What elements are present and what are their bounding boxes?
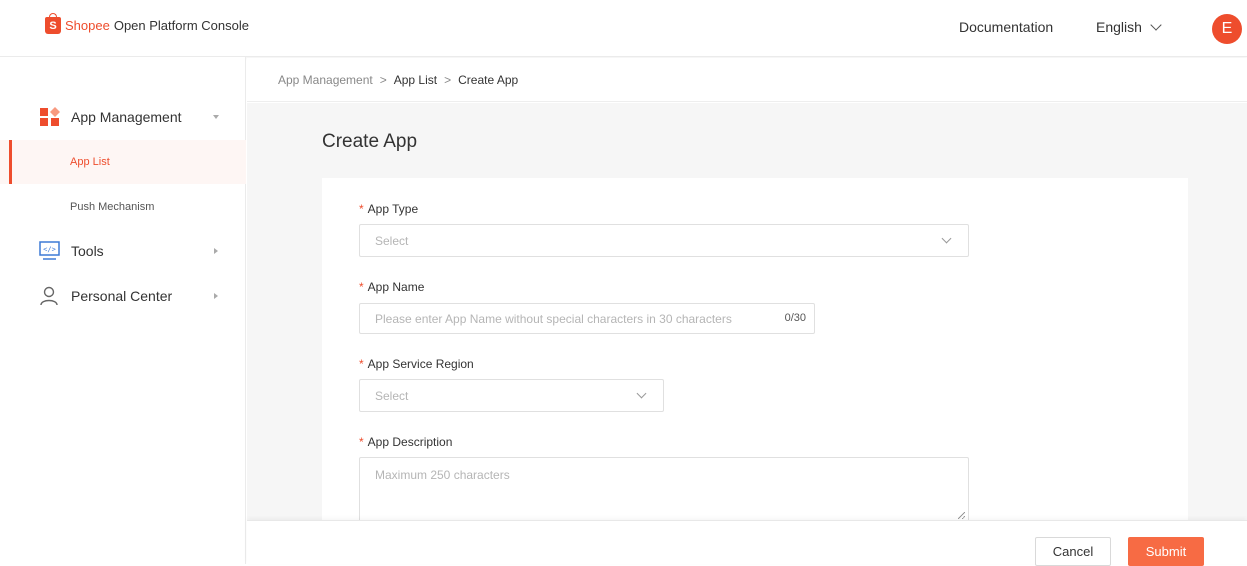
breadcrumb-current: Create App bbox=[458, 72, 519, 87]
sidebar-item-push-mechanism[interactable]: Push Mechanism bbox=[0, 185, 246, 229]
resize-handle-icon[interactable] bbox=[958, 512, 965, 519]
required-mark: * bbox=[359, 202, 364, 216]
sidebar-item-tools[interactable]: </> Tools bbox=[0, 233, 246, 269]
caret-right-icon bbox=[214, 248, 218, 254]
sidebar-item-app-list[interactable]: App List bbox=[0, 140, 246, 184]
caret-right-icon bbox=[214, 293, 218, 299]
field-label-text: App Type bbox=[367, 202, 419, 216]
top-header: S Shopee Open Platform Console Documenta… bbox=[0, 0, 1247, 57]
shopee-bag-icon: S bbox=[45, 13, 61, 34]
sidebar-subitem-label: Push Mechanism bbox=[70, 201, 155, 213]
sidebar-item-label: Tools bbox=[71, 243, 104, 259]
breadcrumb: App Management > App List > Create App bbox=[247, 58, 1247, 102]
main-content: Create App * App Type Select * App Name Pl… bbox=[247, 103, 1247, 523]
form-footer: Cancel Submit bbox=[247, 520, 1247, 566]
language-selector[interactable]: English bbox=[1096, 19, 1162, 35]
required-mark: * bbox=[359, 280, 364, 294]
textarea-placeholder: Maximum 250 characters bbox=[375, 468, 510, 482]
caret-down-icon bbox=[213, 115, 219, 119]
cancel-button[interactable]: Cancel bbox=[1035, 537, 1111, 566]
app-service-region-label: * App Service Region bbox=[359, 357, 474, 371]
breadcrumb-separator: > bbox=[444, 72, 452, 87]
select-placeholder: Select bbox=[375, 234, 409, 248]
input-placeholder: Please enter App Name without special ch… bbox=[375, 312, 732, 326]
user-avatar[interactable]: E bbox=[1212, 14, 1242, 44]
chevron-down-icon bbox=[1150, 19, 1162, 31]
create-app-form: * App Type Select * App Name Please enter … bbox=[322, 178, 1188, 523]
field-label-text: App Description bbox=[367, 435, 453, 449]
sidebar-item-app-management[interactable]: App Management bbox=[0, 99, 246, 135]
brand-name: Shopee bbox=[65, 18, 110, 33]
app-name-label: * App Name bbox=[359, 280, 424, 294]
page-title: Create App bbox=[322, 131, 418, 152]
app-description-label: * App Description bbox=[359, 435, 452, 449]
console-title: Open Platform Console bbox=[113, 18, 249, 33]
character-counter: 0/30 bbox=[784, 312, 806, 324]
sidebar: App Management App List Push Mechanism <… bbox=[0, 57, 246, 564]
documentation-link[interactable]: Documentation bbox=[959, 19, 1053, 35]
breadcrumb-app-management[interactable]: App Management bbox=[278, 73, 373, 87]
user-icon bbox=[40, 286, 58, 306]
breadcrumb-app-list[interactable]: App List bbox=[394, 73, 437, 87]
chevron-down-icon bbox=[636, 388, 647, 399]
app-service-region-select[interactable]: Select bbox=[359, 379, 664, 412]
submit-button[interactable]: Submit bbox=[1128, 537, 1204, 566]
chevron-down-icon bbox=[941, 233, 952, 244]
sidebar-subitem-label: App List bbox=[70, 156, 110, 168]
app-type-label: * App Type bbox=[359, 202, 418, 216]
breadcrumb-separator: > bbox=[379, 72, 387, 87]
app-description-textarea[interactable]: Maximum 250 characters bbox=[359, 457, 969, 523]
field-label-text: App Name bbox=[367, 280, 425, 294]
field-label-text: App Service Region bbox=[367, 357, 474, 371]
app-name-input[interactable]: Please enter App Name without special ch… bbox=[359, 303, 815, 334]
sidebar-item-label: Personal Center bbox=[71, 288, 173, 304]
language-label: English bbox=[1096, 19, 1142, 35]
sidebar-item-personal-center[interactable]: Personal Center bbox=[0, 278, 246, 314]
app-type-select[interactable]: Select bbox=[359, 224, 969, 257]
select-placeholder: Select bbox=[375, 389, 409, 403]
sidebar-item-label: App Management bbox=[71, 109, 182, 125]
shopee-logo[interactable]: S Shopee Open Platform Console bbox=[45, 13, 249, 34]
app-grid-icon bbox=[40, 107, 60, 126]
code-monitor-icon: </> bbox=[39, 241, 60, 260]
required-mark: * bbox=[359, 435, 364, 449]
svg-text:</>: </> bbox=[43, 246, 56, 254]
required-mark: * bbox=[359, 357, 364, 371]
